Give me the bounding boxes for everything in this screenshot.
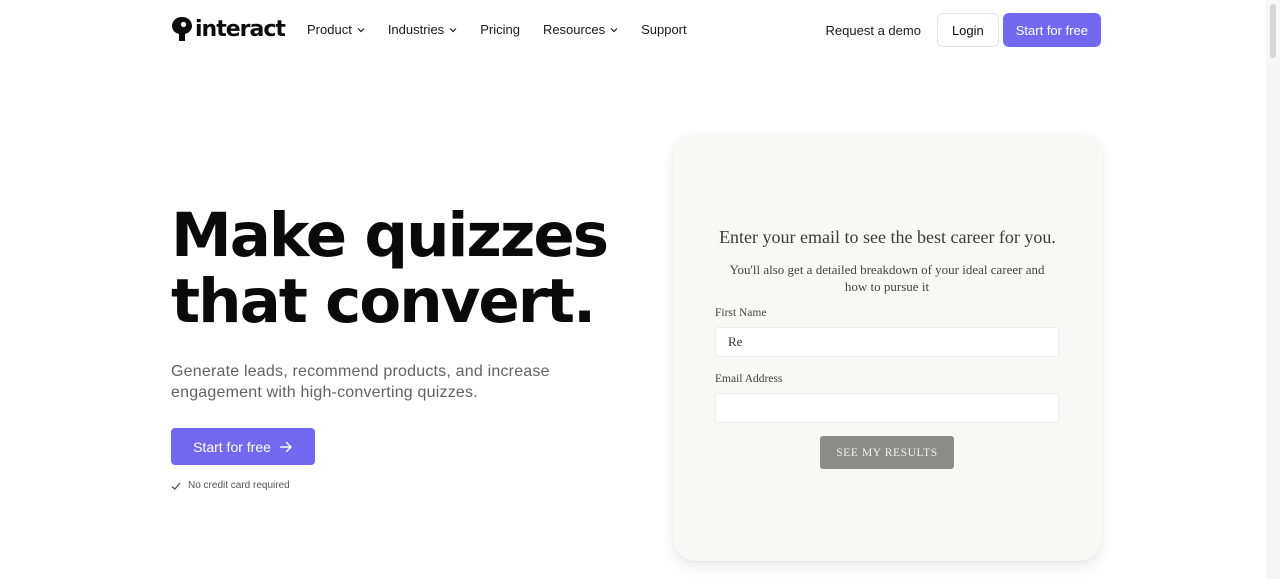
- chevron-down-icon: [449, 27, 457, 32]
- nav-item-resources[interactable]: Resources: [543, 22, 618, 37]
- quiz-card-title: Enter your email to see the best career …: [719, 227, 1056, 247]
- chevron-down-icon: [610, 27, 618, 32]
- email-address-input[interactable]: [715, 393, 1059, 423]
- request-demo-link[interactable]: Request a demo: [826, 23, 921, 38]
- hero-title-line: Make quizzes: [171, 200, 609, 271]
- login-button[interactable]: Login: [936, 13, 999, 47]
- see-my-results-button[interactable]: SEE MY RESULTS: [820, 436, 954, 469]
- check-icon: [171, 482, 181, 490]
- interact-logo-icon: [172, 17, 192, 41]
- no-credit-card-note: No credit card required: [171, 480, 290, 491]
- nav-item-product[interactable]: Product: [307, 22, 365, 37]
- hero-subtitle: Generate leads, recommend products, and …: [171, 363, 550, 401]
- hero-title-line: that convert.: [171, 266, 596, 337]
- note-text: No credit card required: [188, 480, 290, 491]
- quiz-preview-card: Enter your email to see the best career …: [673, 134, 1102, 561]
- first-name-input[interactable]: Re: [715, 327, 1059, 357]
- hero-title: Make quizzes that convert.: [171, 203, 631, 335]
- hero-cta-label: Start for free: [193, 438, 271, 455]
- first-name-label: First Name: [715, 307, 767, 319]
- nav-item-label: Product: [307, 22, 352, 37]
- arrow-right-icon: [279, 441, 292, 452]
- logo[interactable]: interact: [171, 16, 286, 42]
- logo-text: interact: [195, 16, 286, 42]
- email-address-label: Email Address: [715, 373, 783, 385]
- chevron-down-icon: [357, 27, 365, 32]
- nav-item-label: Resources: [542, 22, 606, 37]
- nav-item-pricing[interactable]: Pricing: [480, 22, 520, 37]
- nav-item-label: Industries: [387, 22, 445, 37]
- site-header: interact Product Industries Pricing Reso…: [0, 0, 1266, 60]
- nav-item-support[interactable]: Support: [641, 22, 687, 37]
- quiz-card-description: You'll also get a detailed breakdown of …: [729, 262, 1045, 294]
- nav-item-label: Pricing: [480, 22, 520, 37]
- scrollbar-thumb[interactable]: [1270, 4, 1276, 58]
- hero-start-for-free-button[interactable]: Start for free: [171, 428, 315, 465]
- page-scrollbar[interactable]: [1266, 0, 1280, 579]
- nav-item-industries[interactable]: Industries: [388, 22, 457, 37]
- main-nav: Product Industries Pricing Resources Sup…: [307, 22, 710, 37]
- start-for-free-button[interactable]: Start for free: [1002, 13, 1101, 47]
- nav-item-label: Support: [641, 22, 687, 37]
- header-actions: Request a demo Login Start for free: [826, 13, 1101, 47]
